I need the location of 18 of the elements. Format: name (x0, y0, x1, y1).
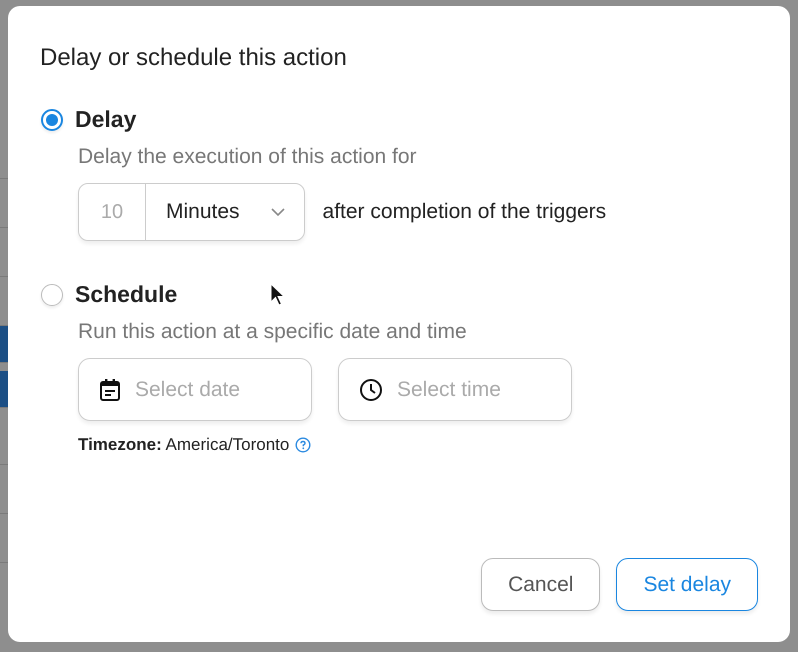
help-icon[interactable] (295, 437, 312, 453)
timezone-text: Timezone: America/Toronto (78, 435, 290, 455)
delay-suffix: after completion of the triggers (322, 200, 606, 224)
unit-dropdown[interactable]: Minutes (146, 184, 304, 240)
option-description: Delay the execution of this action for (78, 145, 418, 169)
chevron-down-icon (270, 207, 286, 217)
mouse-cursor-icon (270, 283, 286, 307)
set-delay-button[interactable]: Set delay (616, 558, 758, 611)
option-description: Run this action at a specific date and time (78, 320, 468, 344)
dialog-title: Delay or schedule this action (40, 44, 348, 72)
clock-icon (359, 378, 383, 402)
radio-button[interactable] (41, 108, 63, 130)
cancel-button[interactable]: Cancel (481, 558, 600, 611)
delay-amount-field[interactable]: 10 Minutes (78, 183, 305, 241)
calendar-icon (99, 378, 121, 402)
option-label: Delay (75, 106, 136, 133)
option-label: Schedule (75, 281, 178, 308)
radio-button[interactable] (41, 284, 63, 306)
